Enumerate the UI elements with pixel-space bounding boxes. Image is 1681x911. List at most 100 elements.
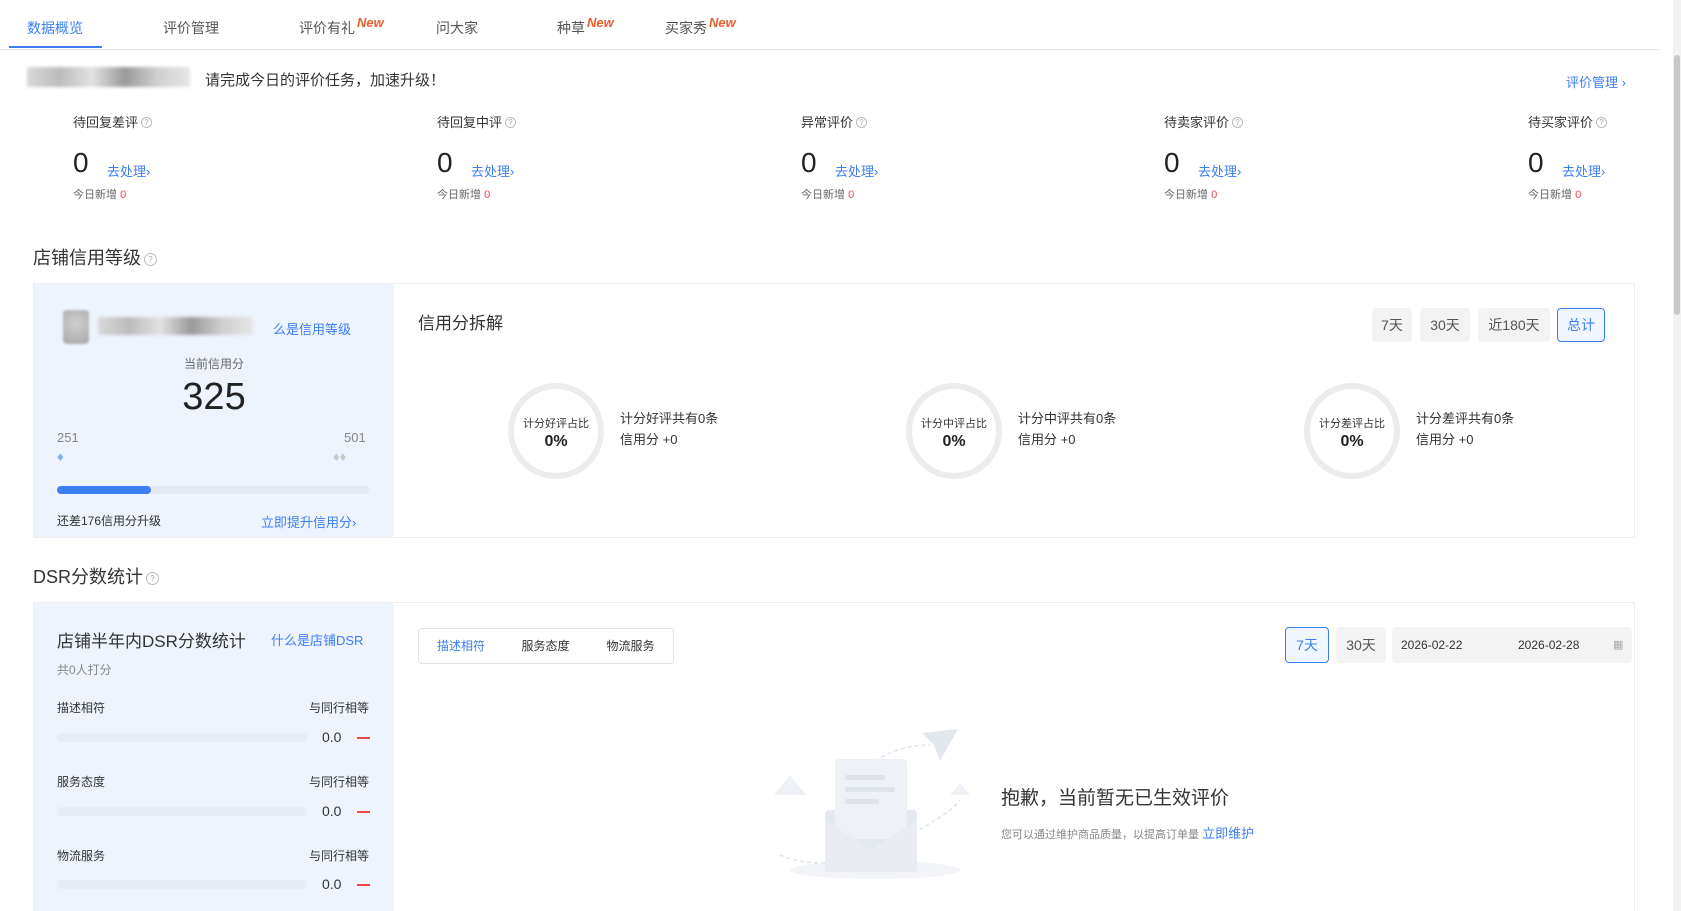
credit-progress-fill bbox=[57, 486, 151, 494]
dsr-period-30d-button[interactable]: 30天 bbox=[1336, 627, 1386, 663]
tab-review-gift[interactable]: 评价有礼 New bbox=[299, 15, 384, 38]
stat-label: 待卖家评价 bbox=[1164, 115, 1230, 130]
stat-label: 待买家评价 bbox=[1528, 115, 1594, 130]
dsr-score-bar bbox=[57, 807, 307, 816]
scrollbar[interactable] bbox=[1673, 0, 1681, 911]
raters-count: 共0人打分 bbox=[57, 663, 112, 677]
task-notice: 请完成今日的评价任务，加速升级！ bbox=[205, 72, 446, 89]
today-new: 今日新增 0 bbox=[1528, 189, 1582, 201]
neutral-review-desc: 计分中评共有0条 信用分 +0 bbox=[1018, 411, 1117, 447]
period-total-button[interactable]: 总计 bbox=[1557, 308, 1605, 342]
ring-title: 计分中评占比 bbox=[921, 418, 987, 430]
negative-review-desc: 计分差评共有0条 信用分 +0 bbox=[1416, 411, 1515, 447]
dsr-compare: 与同行相等 bbox=[309, 775, 370, 789]
review-management-link[interactable]: 评价管理 › bbox=[1566, 72, 1626, 91]
credit-gap-text: 还差176信用分升级 bbox=[57, 514, 162, 528]
equal-dash-icon bbox=[357, 884, 370, 886]
credit-score: 325 bbox=[182, 376, 246, 418]
segment-service-attitude[interactable]: 服务态度 bbox=[503, 628, 589, 664]
dsr-score-value: 0.0 bbox=[322, 803, 342, 819]
help-icon[interactable]: ? bbox=[146, 571, 160, 585]
stat-label: 异常评价 bbox=[801, 115, 854, 130]
stat-value: 0 bbox=[801, 147, 817, 178]
avatar bbox=[63, 310, 89, 344]
tab-buyer-show[interactable]: 买家秀 New bbox=[665, 15, 736, 38]
today-new: 今日新增 0 bbox=[73, 189, 127, 201]
ring-value: 0% bbox=[942, 433, 966, 450]
go-handle-link[interactable]: 去处理› bbox=[107, 161, 150, 180]
what-is-dsr-link[interactable]: 什么是店铺DSR bbox=[271, 630, 363, 649]
period-7d-button[interactable]: 7天 bbox=[1372, 308, 1412, 342]
neutral-review-ring: 计分中评占比 0% bbox=[906, 383, 1002, 479]
empty-state-title: 抱歉，当前暂无已生效评价 bbox=[1001, 788, 1230, 809]
tab-seeding[interactable]: 种草 New bbox=[557, 15, 614, 38]
dsr-score-bar bbox=[57, 733, 307, 742]
dsr-score-value: 0.0 bbox=[322, 729, 342, 745]
credit-section-title: 店铺信用等级? bbox=[33, 244, 157, 270]
stat-label: 待回复差评 bbox=[73, 115, 139, 130]
dsr-period-7d-button[interactable]: 7天 bbox=[1285, 627, 1329, 663]
current-credit-label: 当前信用分 bbox=[183, 357, 244, 371]
help-icon[interactable]: ? bbox=[505, 117, 517, 129]
go-handle-link[interactable]: 去处理› bbox=[835, 161, 878, 180]
date-start[interactable]: 2026-02-22 bbox=[1401, 638, 1462, 652]
go-handle-link[interactable]: 去处理› bbox=[1198, 161, 1241, 180]
calendar-icon[interactable]: ▦ bbox=[1613, 638, 1623, 651]
empty-state-desc: 您可以通过维护商品质量，以提高订单量 立即维护 bbox=[1001, 826, 1255, 841]
date-end[interactable]: 2026-02-28 bbox=[1518, 638, 1579, 652]
dsr-row-label: 物流服务 bbox=[57, 849, 106, 863]
stat-abnormal: 异常评价? 0 去处理› 今日新增 0 bbox=[801, 112, 1001, 201]
today-new: 今日新增 0 bbox=[801, 189, 855, 201]
good-review-ring: 计分好评占比 0% bbox=[508, 383, 604, 479]
segment-description-match[interactable]: 描述相符 bbox=[418, 628, 504, 664]
period-30d-button[interactable]: 30天 bbox=[1420, 308, 1470, 342]
ring-value: 0% bbox=[1340, 433, 1364, 450]
period-180d-button[interactable]: 近180天 bbox=[1478, 308, 1550, 342]
new-badge: New bbox=[357, 15, 384, 30]
stat-value: 0 bbox=[1164, 147, 1180, 178]
today-new: 今日新增 0 bbox=[437, 189, 491, 201]
maintain-now-link[interactable]: 立即维护 bbox=[1202, 826, 1254, 841]
ring-title: 计分好评占比 bbox=[523, 418, 589, 430]
diamond-icon: ♦ bbox=[57, 449, 64, 464]
stat-label: 待回复中评 bbox=[437, 115, 503, 130]
dsr-row-label: 描述相符 bbox=[57, 701, 106, 715]
help-icon[interactable]: ? bbox=[144, 252, 157, 266]
scrollbar-thumb[interactable] bbox=[1674, 55, 1680, 315]
tab-review-management[interactable]: 评价管理 bbox=[163, 18, 219, 38]
tab-data-overview[interactable]: 数据概览 bbox=[27, 18, 83, 38]
good-review-desc: 计分好评共有0条 信用分 +0 bbox=[620, 411, 719, 447]
date-range-picker[interactable]: 2026-02-22 2026-02-28 ▦ bbox=[1392, 627, 1632, 663]
new-badge: New bbox=[587, 15, 614, 30]
help-icon[interactable]: ? bbox=[856, 117, 868, 129]
stat-pending-seller: 待卖家评价? 0 去处理› 今日新增 0 bbox=[1164, 112, 1364, 201]
ring-value: 0% bbox=[544, 433, 568, 450]
segment-logistics[interactable]: 物流服务 bbox=[588, 628, 674, 664]
help-icon[interactable]: ? bbox=[1596, 117, 1608, 129]
dsr-section-title: DSR分数统计? bbox=[33, 563, 160, 589]
tab-bar: 数据概览 评价管理 评价有礼 New 问大家 种草 New 买家秀 New bbox=[0, 0, 1660, 50]
credit-progress-track bbox=[57, 486, 369, 494]
active-tab-indicator bbox=[9, 46, 102, 48]
help-icon[interactable]: ? bbox=[141, 117, 153, 129]
equal-dash-icon bbox=[357, 737, 370, 739]
breakdown-title: 信用分拆解 bbox=[418, 314, 503, 333]
stat-pending-neutral: 待回复中评? 0 去处理› 今日新增 0 bbox=[437, 112, 637, 201]
negative-review-ring: 计分差评占比 0% bbox=[1304, 383, 1400, 479]
go-handle-link[interactable]: 去处理› bbox=[1562, 161, 1605, 180]
go-handle-link[interactable]: 去处理› bbox=[471, 161, 514, 180]
stat-pending-negative: 待回复差评? 0 去处理› 今日新增 0 bbox=[73, 112, 273, 201]
stat-pending-buyer: 待买家评价? 0 去处理› 今日新增 0 bbox=[1528, 112, 1681, 201]
range-min: 251 bbox=[57, 430, 79, 445]
stat-value: 0 bbox=[73, 147, 89, 178]
range-max: 501 bbox=[344, 430, 366, 445]
tab-ask-everyone[interactable]: 问大家 bbox=[436, 18, 478, 38]
today-new: 今日新增 0 bbox=[1164, 189, 1218, 201]
blurred-store-name bbox=[27, 67, 190, 87]
help-icon[interactable]: ? bbox=[1232, 117, 1244, 129]
dsr-row-label: 服务态度 bbox=[57, 775, 106, 789]
improve-credit-link[interactable]: 立即提升信用分› bbox=[261, 512, 356, 531]
what-is-credit-link[interactable]: 么是信用等级 bbox=[273, 319, 351, 338]
stat-value: 0 bbox=[1528, 147, 1544, 178]
diamond-pair-icon: ♦♦ bbox=[333, 449, 347, 464]
